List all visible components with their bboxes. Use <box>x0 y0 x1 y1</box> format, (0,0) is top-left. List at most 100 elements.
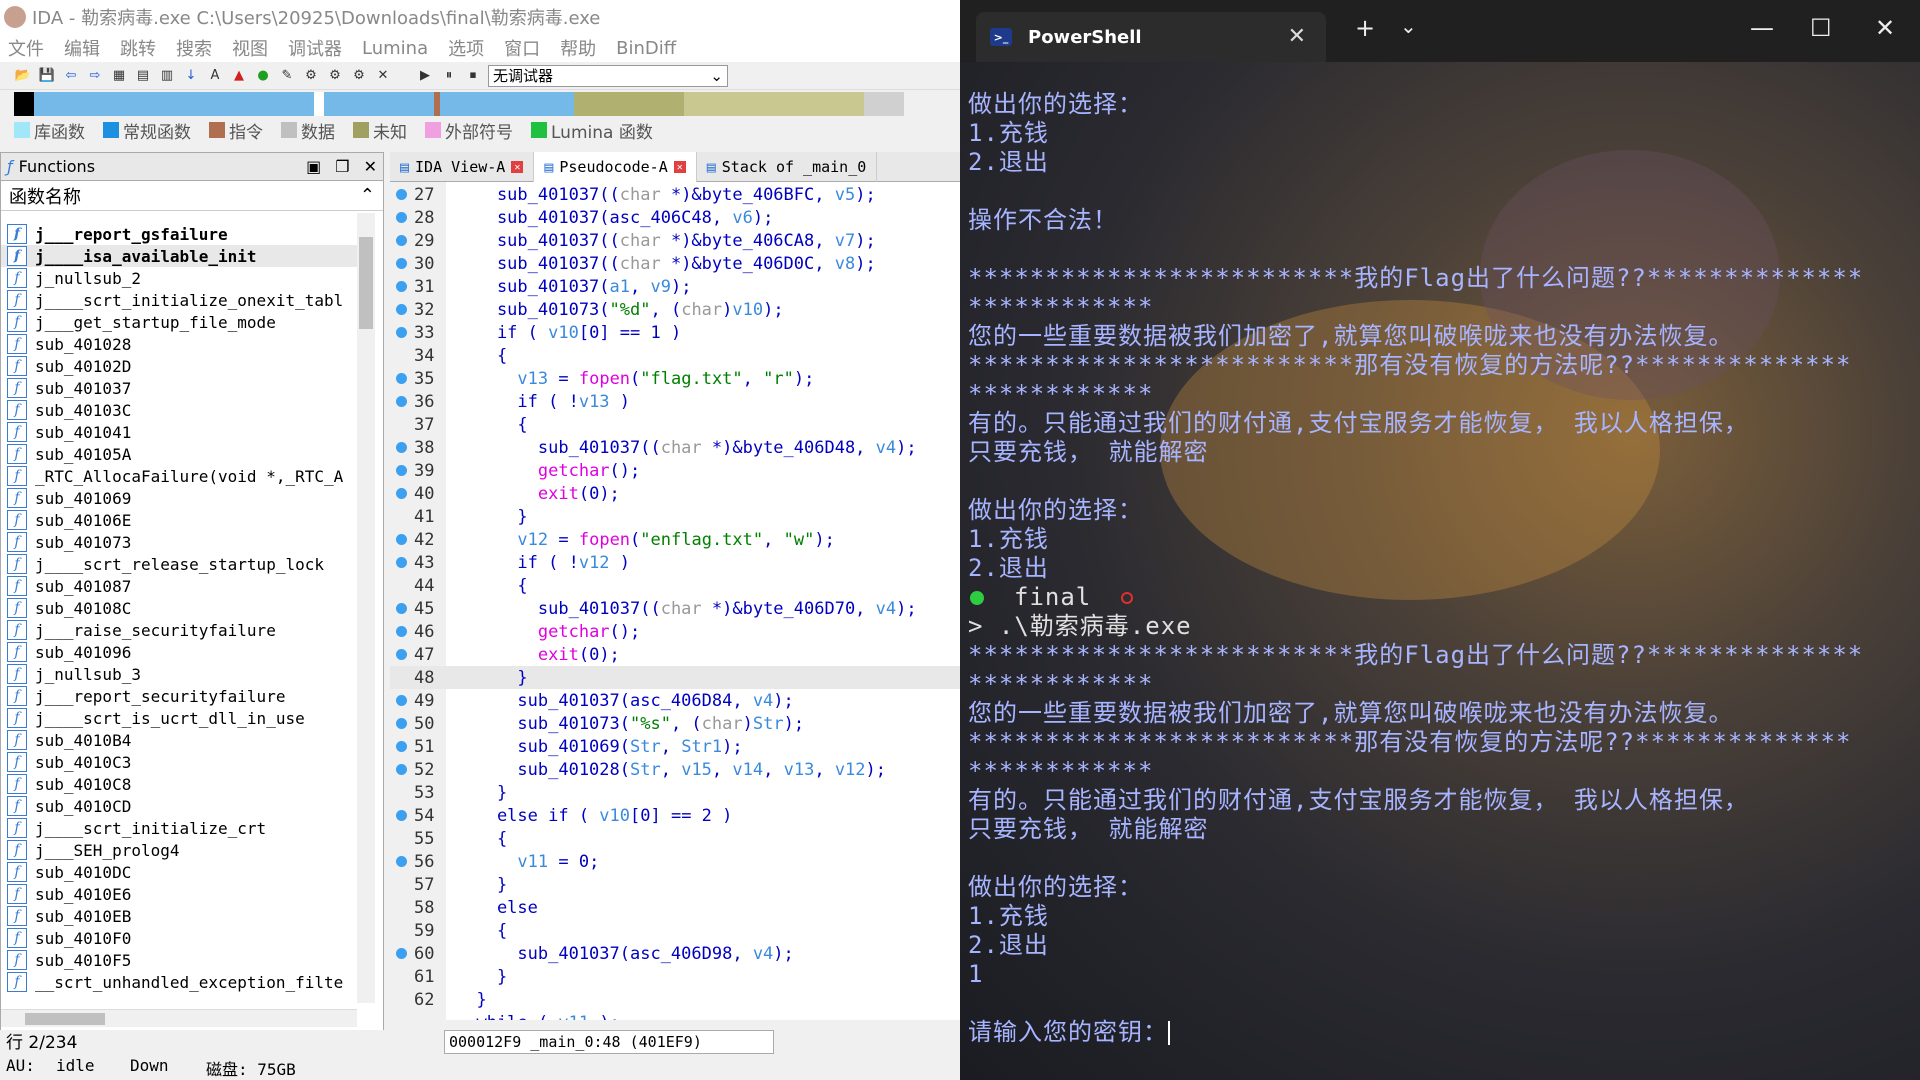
function-list-item[interactable]: f sub_40108C <box>1 597 357 619</box>
breakpoint-dot[interactable] <box>396 603 407 614</box>
breakpoint-dot[interactable] <box>396 304 407 315</box>
jump-icon[interactable]: ↓ <box>182 67 200 85</box>
code-line[interactable]: 40 exit(0); <box>390 482 960 505</box>
function-list-item[interactable]: f sub_4010B4 <box>1 729 357 751</box>
breakpoint-dot[interactable] <box>396 442 407 453</box>
code-line[interactable]: 51 sub_401069(Str, Str1); <box>390 735 960 758</box>
code-line[interactable]: 50 sub_401073("%s", (char)Str); <box>390 712 960 735</box>
function-list-item[interactable]: f sub_4010F5 <box>1 949 357 971</box>
search-text-icon[interactable]: ▤ <box>134 67 152 85</box>
menu-item[interactable]: 视图 <box>232 35 268 61</box>
function-list-item[interactable]: f sub_401069 <box>1 487 357 509</box>
breakpoint-dot[interactable] <box>396 488 407 499</box>
function-list-item[interactable]: f sub_401087 <box>1 575 357 597</box>
search-imm-icon[interactable]: ▥ <box>158 67 176 85</box>
function-list-item[interactable]: f sub_401096 <box>1 641 357 663</box>
breakpoint-dot[interactable] <box>396 741 407 752</box>
function-list-item[interactable]: f j_nullsub_3 <box>1 663 357 685</box>
code-line[interactable]: 46 getchar(); <box>390 620 960 643</box>
restore-icon[interactable]: ❐ <box>335 157 349 176</box>
function-list-item[interactable]: f __scrt_unhandled_exception_filte <box>1 971 357 993</box>
code-line[interactable]: 28 sub_401037(asc_406C48, v6); <box>390 206 960 229</box>
tool1-icon[interactable]: ⚙ <box>302 67 320 85</box>
breakpoint-dot[interactable] <box>396 534 407 545</box>
maximize-icon[interactable]: ▣ <box>306 157 321 176</box>
code-line[interactable]: 62 } <box>390 988 960 1011</box>
function-list-item[interactable]: f sub_4010F0 <box>1 927 357 949</box>
close-window-icon[interactable]: ✕ <box>1875 14 1895 42</box>
code-line[interactable]: 37 { <box>390 413 960 436</box>
breakpoint-dot[interactable] <box>396 327 407 338</box>
tool3-icon[interactable]: ⚙ <box>350 67 368 85</box>
open-icon[interactable]: 📂 <box>14 67 32 85</box>
breakpoint-dot[interactable] <box>396 626 407 637</box>
code-line[interactable]: 44 { <box>390 574 960 597</box>
chevron-down-icon[interactable]: ⌄ <box>1400 14 1417 38</box>
input-prompt-line[interactable]: 请输入您的密钥： <box>968 1018 1918 1047</box>
code-line[interactable]: 33 if ( v10[0] == 1 ) <box>390 321 960 344</box>
function-list-item[interactable]: f j____scrt_is_ucrt_dll_in_use <box>1 707 357 729</box>
breakpoint-dot[interactable] <box>396 281 407 292</box>
function-name-column-header[interactable]: 函数名称 ⌃ <box>1 181 383 211</box>
code-line[interactable]: 27 sub_401037((char *)&byte_406BFC, v5); <box>390 183 960 206</box>
code-line[interactable]: 41 } <box>390 505 960 528</box>
breakpoint-dot[interactable] <box>396 396 407 407</box>
breakpoint-dot[interactable] <box>396 810 407 821</box>
code-line[interactable]: 39 getchar(); <box>390 459 960 482</box>
code-line[interactable]: while ( v11 ); <box>390 1011 960 1021</box>
function-list-item[interactable]: f sub_40102D <box>1 355 357 377</box>
lumina-icon[interactable]: ● <box>254 67 272 85</box>
function-list-item[interactable]: f j____scrt_initialize_crt <box>1 817 357 839</box>
function-list-item[interactable]: f _RTC_AllocaFailure(void *,_RTC_A <box>1 465 357 487</box>
menu-item[interactable]: 编辑 <box>64 35 100 61</box>
function-list-item[interactable]: f sub_4010C8 <box>1 773 357 795</box>
menu-item[interactable]: 窗口 <box>504 35 540 61</box>
code-line[interactable]: 29 sub_401037((char *)&byte_406CA8, v7); <box>390 229 960 252</box>
function-list-item[interactable]: f sub_4010CD <box>1 795 357 817</box>
breakpoint-dot[interactable] <box>396 856 407 867</box>
tool2-icon[interactable]: ⚙ <box>326 67 344 85</box>
breakpoint-dot[interactable] <box>396 465 407 476</box>
function-list-item[interactable]: f sub_4010DC <box>1 861 357 883</box>
breakpoint-dot[interactable] <box>396 718 407 729</box>
code-line[interactable]: 35 v13 = fopen("flag.txt", "r"); <box>390 367 960 390</box>
save-icon[interactable]: 💾 <box>38 67 56 85</box>
code-line[interactable]: 59 { <box>390 919 960 942</box>
function-list-item[interactable]: f sub_4010EB <box>1 905 357 927</box>
breakpoint-dot[interactable] <box>396 258 407 269</box>
close-icon[interactable]: ✕ <box>364 157 377 176</box>
close-tab-icon[interactable]: ✕ <box>1288 24 1306 49</box>
code-line[interactable]: 38 sub_401037((char *)&byte_406D48, v4); <box>390 436 960 459</box>
navigation-band[interactable] <box>14 92 944 116</box>
code-line[interactable]: 32 sub_401073("%d", (char)v10); <box>390 298 960 321</box>
minimize-icon[interactable]: — <box>1750 14 1774 42</box>
function-list-item[interactable]: f sub_40106E <box>1 509 357 531</box>
code-line[interactable]: 47 exit(0); <box>390 643 960 666</box>
function-list-item[interactable]: f j___raise_securityfailure <box>1 619 357 641</box>
new-tab-icon[interactable]: + <box>1355 14 1375 42</box>
text-mode-icon[interactable]: A <box>206 67 224 85</box>
code-line[interactable]: 30 sub_401037((char *)&byte_406D0C, v8); <box>390 252 960 275</box>
patch-icon[interactable]: ✎ <box>278 67 296 85</box>
code-line[interactable]: 36 if ( !v13 ) <box>390 390 960 413</box>
code-line[interactable]: 45 sub_401037((char *)&byte_406D70, v4); <box>390 597 960 620</box>
breakpoint-dot[interactable] <box>396 557 407 568</box>
tab-ida-view-a[interactable]: ▤ IDA View-A ✕ <box>390 152 535 182</box>
code-line[interactable]: 57 } <box>390 873 960 896</box>
pseudocode-view[interactable]: 27 sub_401037((char *)&byte_406BFC, v5);… <box>390 182 960 1020</box>
breakpoint-dot[interactable] <box>396 695 407 706</box>
tab-stack-of-main-0[interactable]: ▤ Stack of _main_0 <box>697 152 878 182</box>
code-line[interactable]: 53 } <box>390 781 960 804</box>
code-line[interactable]: 34 { <box>390 344 960 367</box>
run-icon[interactable]: ▶ <box>416 67 434 85</box>
code-line[interactable]: 42 v12 = fopen("enflag.txt", "w"); <box>390 528 960 551</box>
menu-item[interactable]: 文件 <box>8 35 44 61</box>
breakpoint-dot[interactable] <box>396 948 407 959</box>
function-list-item[interactable]: f j____scrt_initialize_onexit_tabl <box>1 289 357 311</box>
debugger-select[interactable]: 无调试器 ⌄ <box>488 64 728 87</box>
menu-item[interactable]: Lumina <box>362 38 428 59</box>
menu-item[interactable]: BinDiff <box>616 38 676 59</box>
function-list-item[interactable]: f j_nullsub_2 <box>1 267 357 289</box>
graph-icon[interactable]: ▲ <box>230 67 248 85</box>
code-line[interactable]: 54 else if ( v10[0] == 2 ) <box>390 804 960 827</box>
